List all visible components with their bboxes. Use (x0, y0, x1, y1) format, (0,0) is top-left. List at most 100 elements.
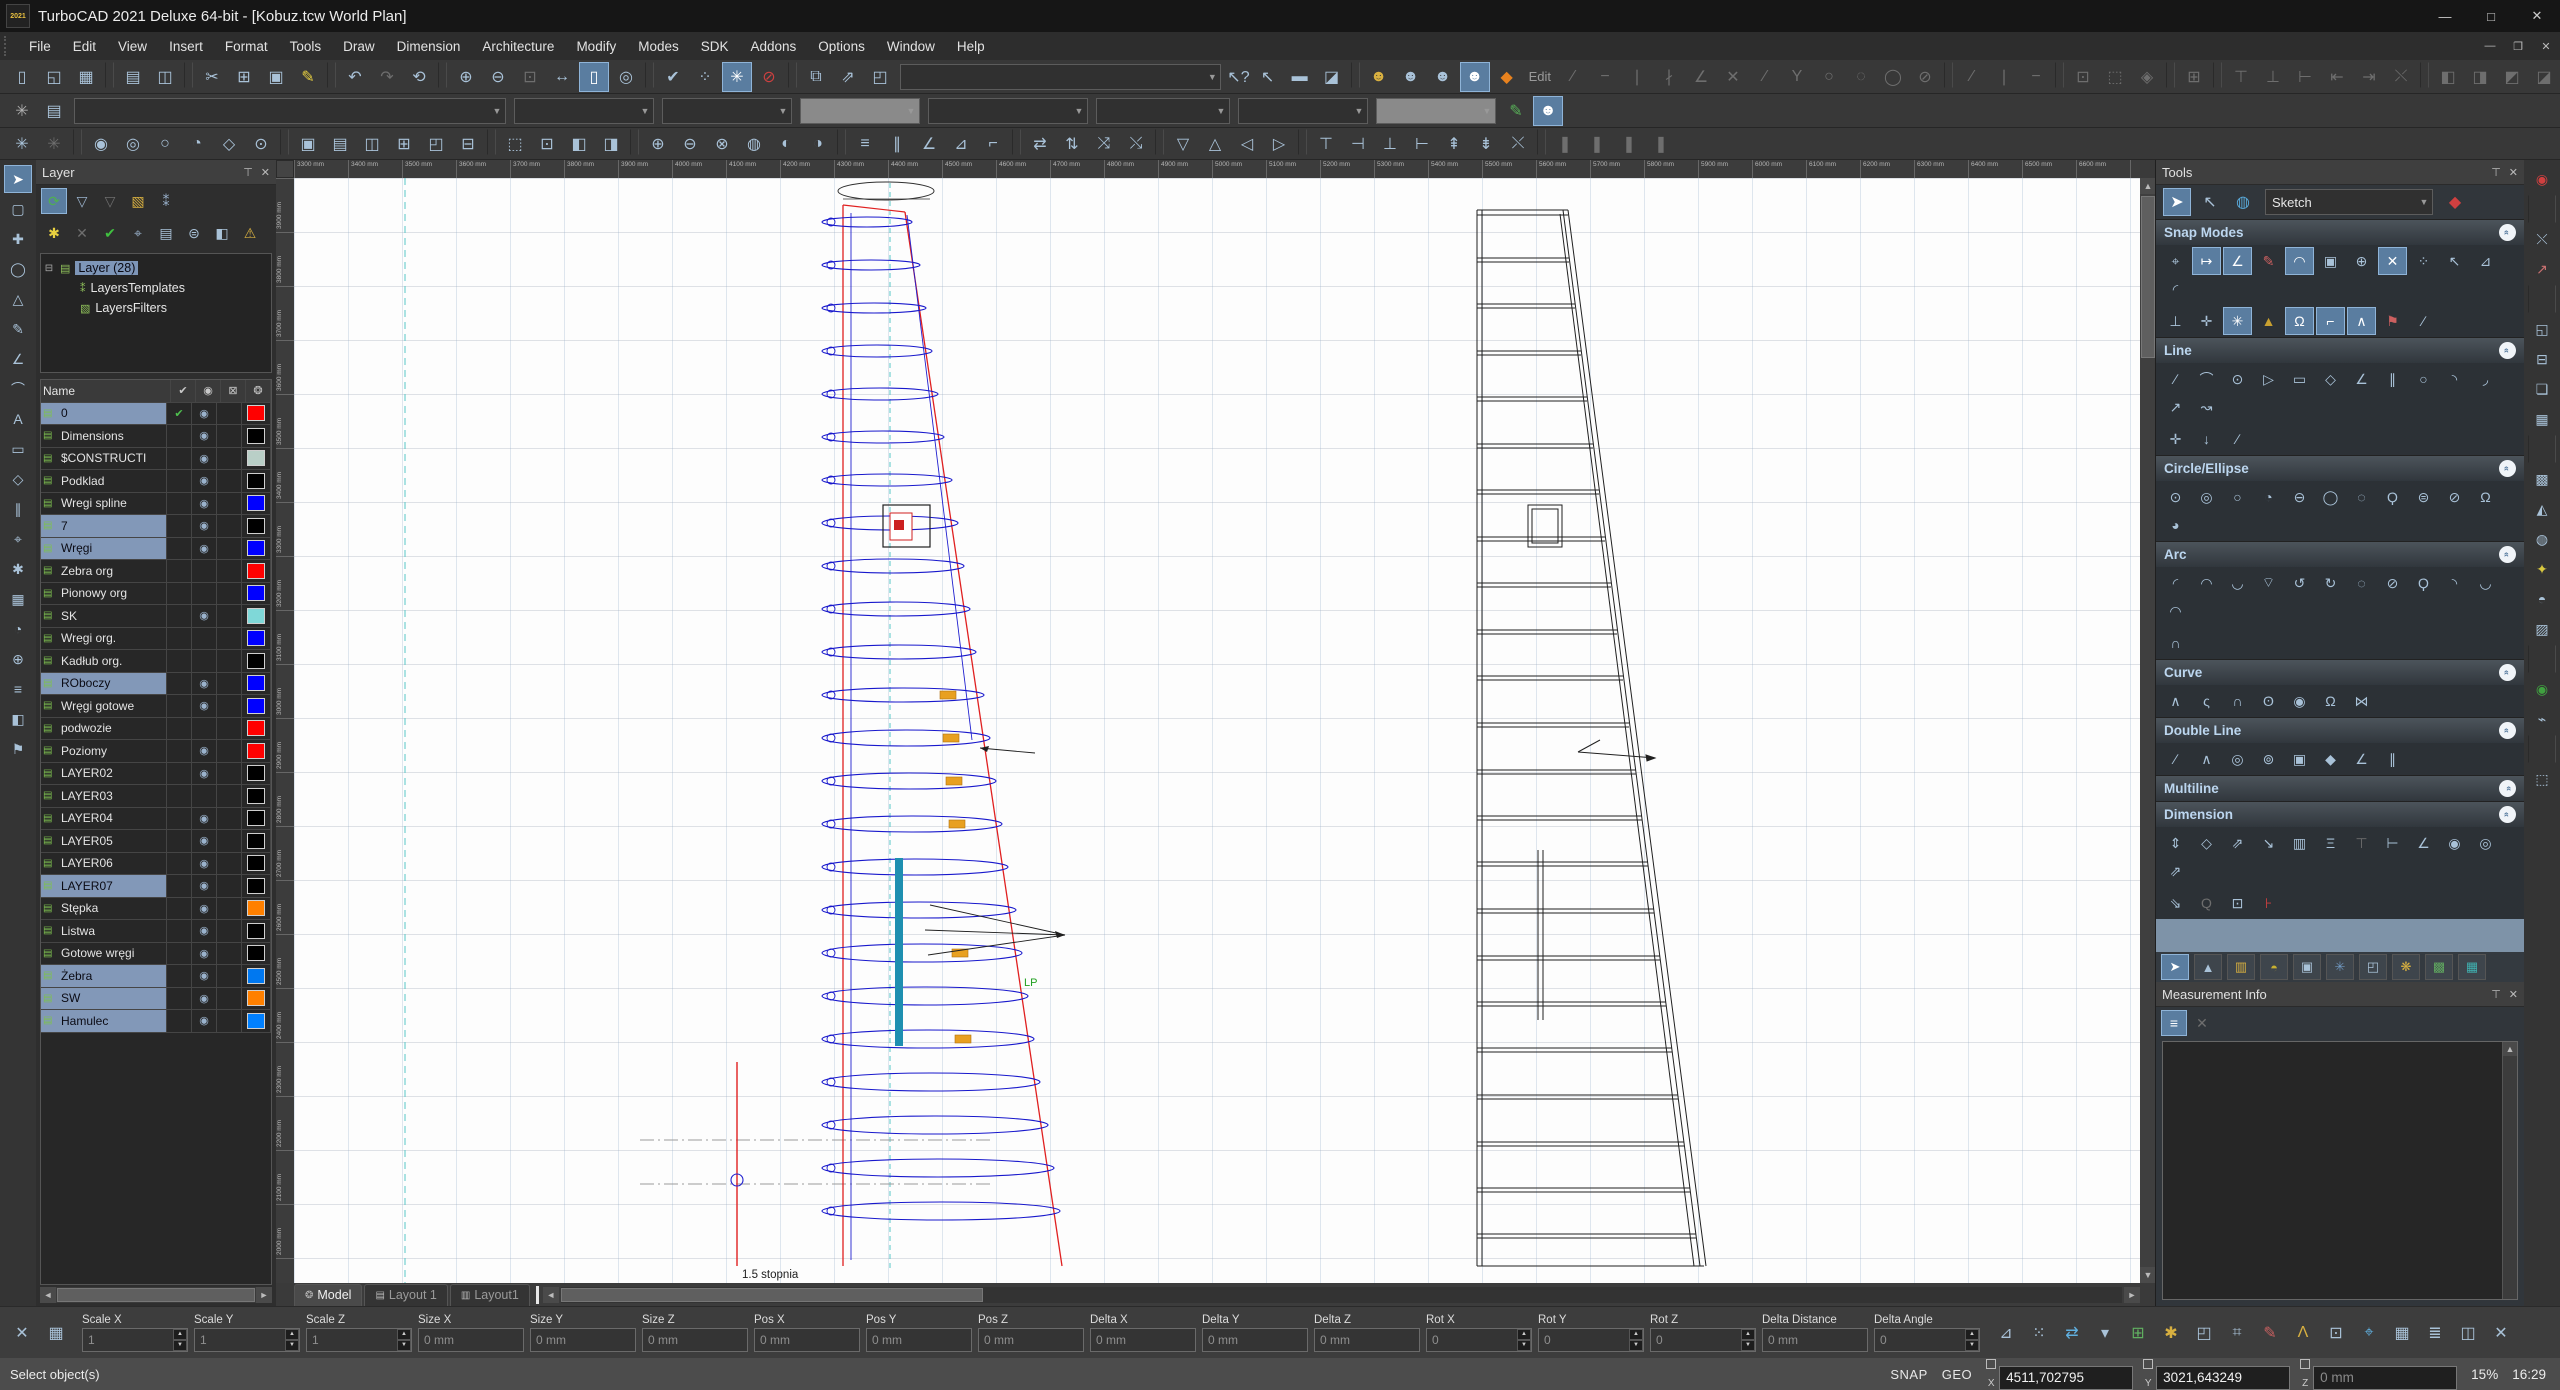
layer-lock-cell[interactable] (217, 582, 242, 604)
palette-tab-icon[interactable]: ▣ (2293, 954, 2321, 980)
toolbar-icon[interactable]: ⁘ (690, 62, 720, 92)
spin-up-icon[interactable]: ▲ (1741, 1328, 1755, 1340)
layer-lock-cell[interactable] (217, 605, 242, 627)
toolbar-icon[interactable]: ⬚ (500, 129, 530, 159)
collapse-icon[interactable]: « (2499, 460, 2516, 477)
toolbar-icon[interactable]: ☻ (1396, 62, 1426, 92)
toolbar-icon[interactable]: ✎ (1501, 96, 1531, 126)
layer-row[interactable]: ▤ Hamulec ◉ (41, 1010, 271, 1033)
inspector-field-box[interactable]: 0 mm ▲▼ (1202, 1327, 1308, 1352)
layer-panel-hscrollbar[interactable]: ◄ ► (40, 1287, 272, 1303)
circle-tool-icon[interactable]: ◕ (2161, 511, 2190, 539)
drawing-tool-icon[interactable]: ⌒ (4, 375, 32, 403)
zoom-level[interactable]: 15% (2471, 1367, 2498, 1382)
inspector-field-box[interactable]: 0 mm ▲▼ (1090, 1327, 1196, 1352)
toolbar-icon[interactable]: ⊤ (2226, 62, 2256, 92)
modify-tool-icon[interactable] (2528, 735, 2556, 763)
toolbar-icon[interactable]: ◯ (1878, 62, 1908, 92)
toolbar-icon[interactable]: ▤ (39, 96, 69, 126)
dimension-tool-icon[interactable]: ⊤ (2347, 829, 2376, 857)
toolbar-icon[interactable]: ⊞ (2179, 62, 2209, 92)
line-tool-icon[interactable]: ▷ (2254, 365, 2283, 393)
modify-tool-icon[interactable]: ▩ (2528, 465, 2556, 493)
menu-item[interactable]: Insert (158, 32, 214, 60)
modify-tool-icon[interactable]: ↗ (2528, 255, 2556, 283)
layer-active-check[interactable]: ✔ (167, 402, 192, 424)
layer-active-check[interactable] (167, 942, 192, 964)
toolbar-icon[interactable]: ∠ (914, 129, 944, 159)
layer-toolbar-icon[interactable]: ▧ (125, 188, 151, 214)
drawing-tool-icon[interactable]: ▢ (4, 195, 32, 223)
toolbar-icon[interactable]: ⊿ (946, 129, 976, 159)
section-header-circle[interactable]: Circle/Ellipse « (2156, 455, 2524, 481)
inspector-icon[interactable]: ◰ (2189, 1318, 2219, 1348)
layer-color-swatch[interactable] (247, 607, 265, 624)
modify-tool-icon[interactable]: ◍ (2528, 525, 2556, 553)
arc-tool-icon[interactable]: ⊘ (2378, 569, 2407, 597)
drawing-tool-icon[interactable]: ⌖ (4, 525, 32, 553)
section-header-dimension[interactable]: Dimension « (2156, 801, 2524, 827)
toolbar-icon[interactable] (184, 61, 193, 88)
toolbar-icon[interactable]: ∣ (1622, 62, 1652, 92)
spin-down-icon[interactable]: ▼ (1629, 1339, 1643, 1351)
toolbar-icon[interactable]: ↔ (547, 62, 577, 92)
toolbar-icon[interactable]: ∥ (882, 129, 912, 159)
layer-lock-cell[interactable] (217, 830, 242, 852)
snap-mode-icon[interactable]: ◜ (2161, 275, 2190, 303)
layer-color-cell[interactable] (242, 717, 271, 739)
layer-active-check[interactable] (167, 717, 192, 739)
layer-row[interactable]: ▤ Stępka ◉ (41, 897, 271, 920)
layer-color-cell[interactable] (242, 470, 271, 492)
toolbar-icon[interactable]: ⊢ (2290, 62, 2320, 92)
toolbar-icon[interactable]: ⇥ (2354, 62, 2384, 92)
palette-tab-icon[interactable]: ❋ (2392, 954, 2420, 980)
toolbar-icon[interactable]: ▤ (118, 62, 148, 92)
menu-item[interactable]: Addons (740, 32, 808, 60)
layer-visible-eye-icon[interactable]: ◉ (192, 672, 217, 694)
layer-visible-eye-icon[interactable] (192, 717, 217, 739)
toolbar-icon[interactable]: ◫ (150, 62, 180, 92)
layer-lock-cell[interactable] (217, 920, 242, 942)
layer-active-check[interactable] (167, 470, 192, 492)
toolbar-icon[interactable]: ⊕ (643, 129, 673, 159)
layer-toolbar-icon[interactable]: ⟳ (41, 188, 67, 214)
toolbar-icon[interactable]: ⇅ (1057, 129, 1087, 159)
inspector-field-box[interactable]: 0 mm ▲▼ (754, 1327, 860, 1352)
layer-lock-cell[interactable] (217, 785, 242, 807)
layer-row[interactable]: ▤ Pionowy org (41, 582, 271, 605)
layer-row[interactable]: ▤ Wręgi ◉ (41, 537, 271, 560)
inspector-icon[interactable]: ⌖ (2354, 1318, 2384, 1348)
close-icon[interactable]: ✕ (2509, 166, 2518, 179)
layer-lock-cell[interactable] (217, 627, 242, 649)
circle-tool-icon[interactable]: Ϙ (2378, 483, 2407, 511)
dimension-tool-icon[interactable]: Q (2192, 889, 2221, 917)
arc-tool-icon[interactable]: ◝ (2440, 569, 2469, 597)
toolbar-icon[interactable]: ⟲ (404, 62, 434, 92)
menu-item[interactable]: SDK (690, 32, 740, 60)
snap-mode-icon[interactable]: ✳ (2223, 307, 2252, 335)
section-header-multiline[interactable]: Multiline » (2156, 775, 2524, 801)
layer-color-swatch[interactable] (247, 810, 265, 827)
toolbar-icon[interactable]: ⊥ (2258, 62, 2288, 92)
layer-color-swatch[interactable] (247, 1012, 265, 1029)
layer-visible-eye-icon[interactable]: ◉ (192, 695, 217, 717)
curve-tool-icon[interactable]: ∩ (2223, 687, 2252, 715)
layer-color-cell[interactable] (242, 897, 271, 919)
toolbar-icon[interactable]: ❚ (1646, 129, 1676, 159)
drawing-tool-icon[interactable]: ◧ (4, 705, 32, 733)
property-combo[interactable]: ▼ (1096, 97, 1230, 124)
doubleline-tool-icon[interactable]: ⊚ (2254, 745, 2283, 773)
layer-visible-eye-icon[interactable]: ◉ (192, 942, 217, 964)
column-lock-icon[interactable]: ⊠ (221, 380, 246, 402)
snap-mode-icon[interactable]: ↖ (2440, 247, 2469, 275)
toolbar-icon[interactable]: ○ (1814, 62, 1844, 92)
sheet-tab[interactable]: ❂ Model (294, 1283, 363, 1306)
dimension-tool-icon[interactable]: ⇗ (2161, 857, 2190, 885)
layer-toolbar-icon[interactable]: ✕ (69, 220, 95, 246)
layer-visible-eye-icon[interactable]: ◉ (192, 402, 217, 424)
palette-tab-icon[interactable]: ▦ (2458, 954, 2486, 980)
toolbar-icon[interactable]: ◁ (1232, 129, 1262, 159)
spin-up-icon[interactable]: ▲ (173, 1328, 187, 1340)
layer-color-cell[interactable] (242, 987, 271, 1009)
toolbar-icon[interactable]: ◰ (421, 129, 451, 159)
